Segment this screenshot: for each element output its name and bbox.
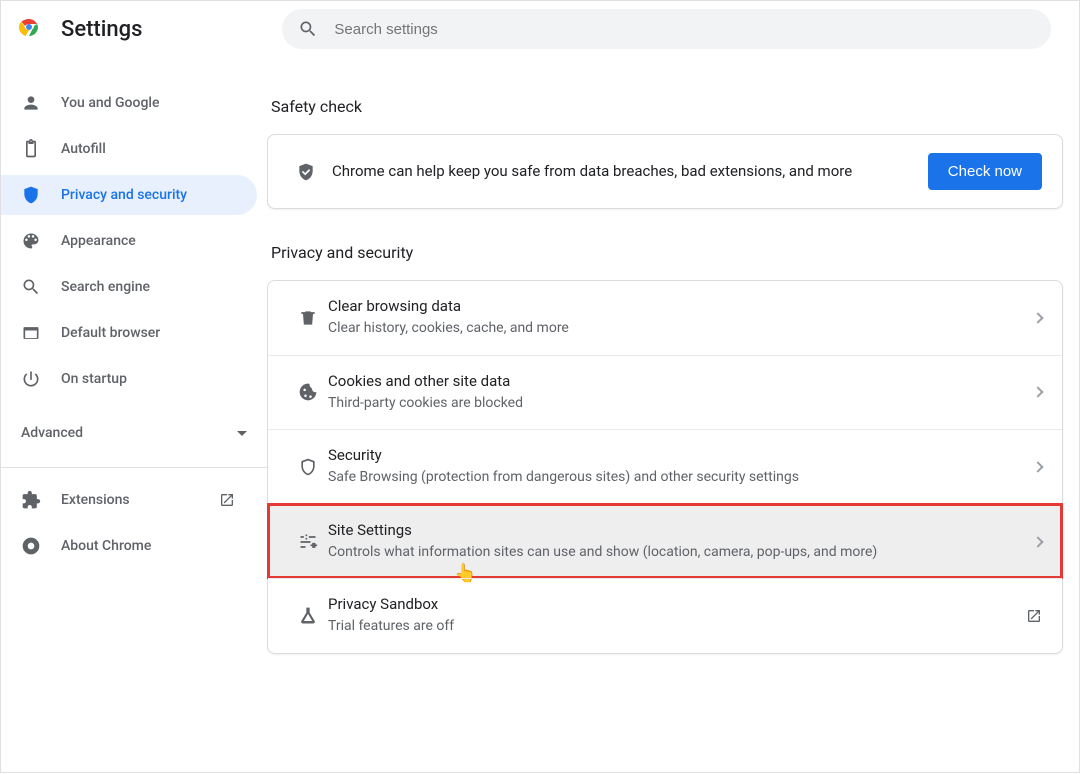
sidebar-item-label: On startup bbox=[61, 371, 127, 387]
sidebar-advanced-toggle[interactable]: Advanced bbox=[1, 405, 267, 461]
extension-icon bbox=[21, 490, 41, 510]
row-title: Site Settings bbox=[328, 521, 1022, 539]
sidebar-item-appearance[interactable]: Appearance bbox=[1, 221, 257, 261]
row-subtitle: Trial features are off bbox=[328, 617, 1014, 637]
open-in-new-icon bbox=[1026, 608, 1042, 624]
privacy-security-card: Clear browsing data Clear history, cooki… bbox=[267, 280, 1063, 654]
sidebar-item-on-startup[interactable]: On startup bbox=[1, 359, 257, 399]
row-subtitle: Clear history, cookies, cache, and more bbox=[328, 319, 1022, 339]
chevron-down-icon bbox=[237, 431, 247, 436]
shield-icon bbox=[21, 185, 41, 205]
row-title: Privacy Sandbox bbox=[328, 595, 1014, 613]
row-cookies[interactable]: Cookies and other site data Third-party … bbox=[268, 355, 1062, 430]
sidebar-item-label: Privacy and security bbox=[61, 187, 187, 203]
row-title: Clear browsing data bbox=[328, 297, 1022, 315]
sidebar-item-label: Autofill bbox=[61, 141, 106, 157]
main-content: Safety check Chrome can help keep you sa… bbox=[267, 57, 1079, 774]
row-subtitle: Third-party cookies are blocked bbox=[328, 394, 1022, 414]
search-icon bbox=[21, 277, 41, 297]
check-now-button[interactable]: Check now bbox=[928, 153, 1042, 190]
row-security[interactable]: Security Safe Browsing (protection from … bbox=[268, 429, 1062, 504]
sidebar-item-autofill[interactable]: Autofill bbox=[1, 129, 257, 169]
sidebar-item-you-and-google[interactable]: You and Google bbox=[1, 83, 257, 123]
shield-check-icon bbox=[296, 162, 316, 182]
sidebar-item-default-browser[interactable]: Default browser bbox=[1, 313, 257, 353]
privacy-security-heading: Privacy and security bbox=[271, 243, 1063, 262]
row-subtitle: Controls what information sites can use … bbox=[328, 543, 1022, 563]
sidebar-item-privacy-security[interactable]: Privacy and security bbox=[1, 175, 257, 215]
chrome-grey-icon bbox=[21, 536, 41, 556]
sidebar-item-label: Appearance bbox=[61, 233, 136, 249]
sidebar-item-label: Extensions bbox=[61, 492, 130, 508]
sidebar-item-label: Default browser bbox=[61, 325, 160, 341]
sidebar: You and Google Autofill Privacy and secu… bbox=[1, 57, 267, 774]
sidebar-item-label: You and Google bbox=[61, 95, 159, 111]
chevron-right-icon bbox=[1032, 536, 1043, 547]
advanced-label: Advanced bbox=[21, 425, 83, 441]
search-input[interactable] bbox=[334, 21, 1035, 38]
tune-icon bbox=[298, 532, 318, 552]
header: Settings bbox=[1, 1, 1079, 57]
sidebar-item-about-chrome[interactable]: About Chrome bbox=[1, 526, 257, 566]
row-site-settings[interactable]: Site Settings Controls what information … bbox=[268, 504, 1062, 579]
divider bbox=[1, 467, 267, 468]
person-icon bbox=[21, 93, 41, 113]
cookie-icon bbox=[298, 382, 318, 402]
power-icon bbox=[21, 369, 41, 389]
row-clear-browsing-data[interactable]: Clear browsing data Clear history, cooki… bbox=[268, 281, 1062, 355]
row-subtitle: Safe Browsing (protection from dangerous… bbox=[328, 468, 1022, 488]
flask-icon bbox=[298, 606, 318, 626]
search-icon bbox=[298, 19, 318, 39]
row-title: Security bbox=[328, 446, 1022, 464]
page-title: Settings bbox=[61, 17, 142, 42]
sidebar-item-extensions[interactable]: Extensions bbox=[1, 480, 257, 520]
sidebar-item-label: Search engine bbox=[61, 279, 150, 295]
clipboard-icon bbox=[21, 139, 41, 159]
chevron-right-icon bbox=[1032, 461, 1043, 472]
chevron-right-icon bbox=[1032, 387, 1043, 398]
shield-outline-icon bbox=[298, 457, 318, 477]
chrome-logo-icon bbox=[17, 15, 61, 43]
row-privacy-sandbox[interactable]: Privacy Sandbox Trial features are off bbox=[268, 578, 1062, 653]
search-settings[interactable] bbox=[282, 9, 1051, 49]
sidebar-item-label: About Chrome bbox=[61, 538, 151, 554]
open-in-new-icon bbox=[219, 492, 235, 508]
trash-icon bbox=[298, 308, 318, 328]
palette-icon bbox=[21, 231, 41, 251]
chevron-right-icon bbox=[1032, 312, 1043, 323]
safety-check-card: Chrome can help keep you safe from data … bbox=[267, 134, 1063, 209]
safety-check-text: Chrome can help keep you safe from data … bbox=[324, 161, 928, 182]
sidebar-item-search-engine[interactable]: Search engine bbox=[1, 267, 257, 307]
browser-icon bbox=[21, 323, 41, 343]
safety-check-heading: Safety check bbox=[271, 97, 1063, 116]
row-title: Cookies and other site data bbox=[328, 372, 1022, 390]
